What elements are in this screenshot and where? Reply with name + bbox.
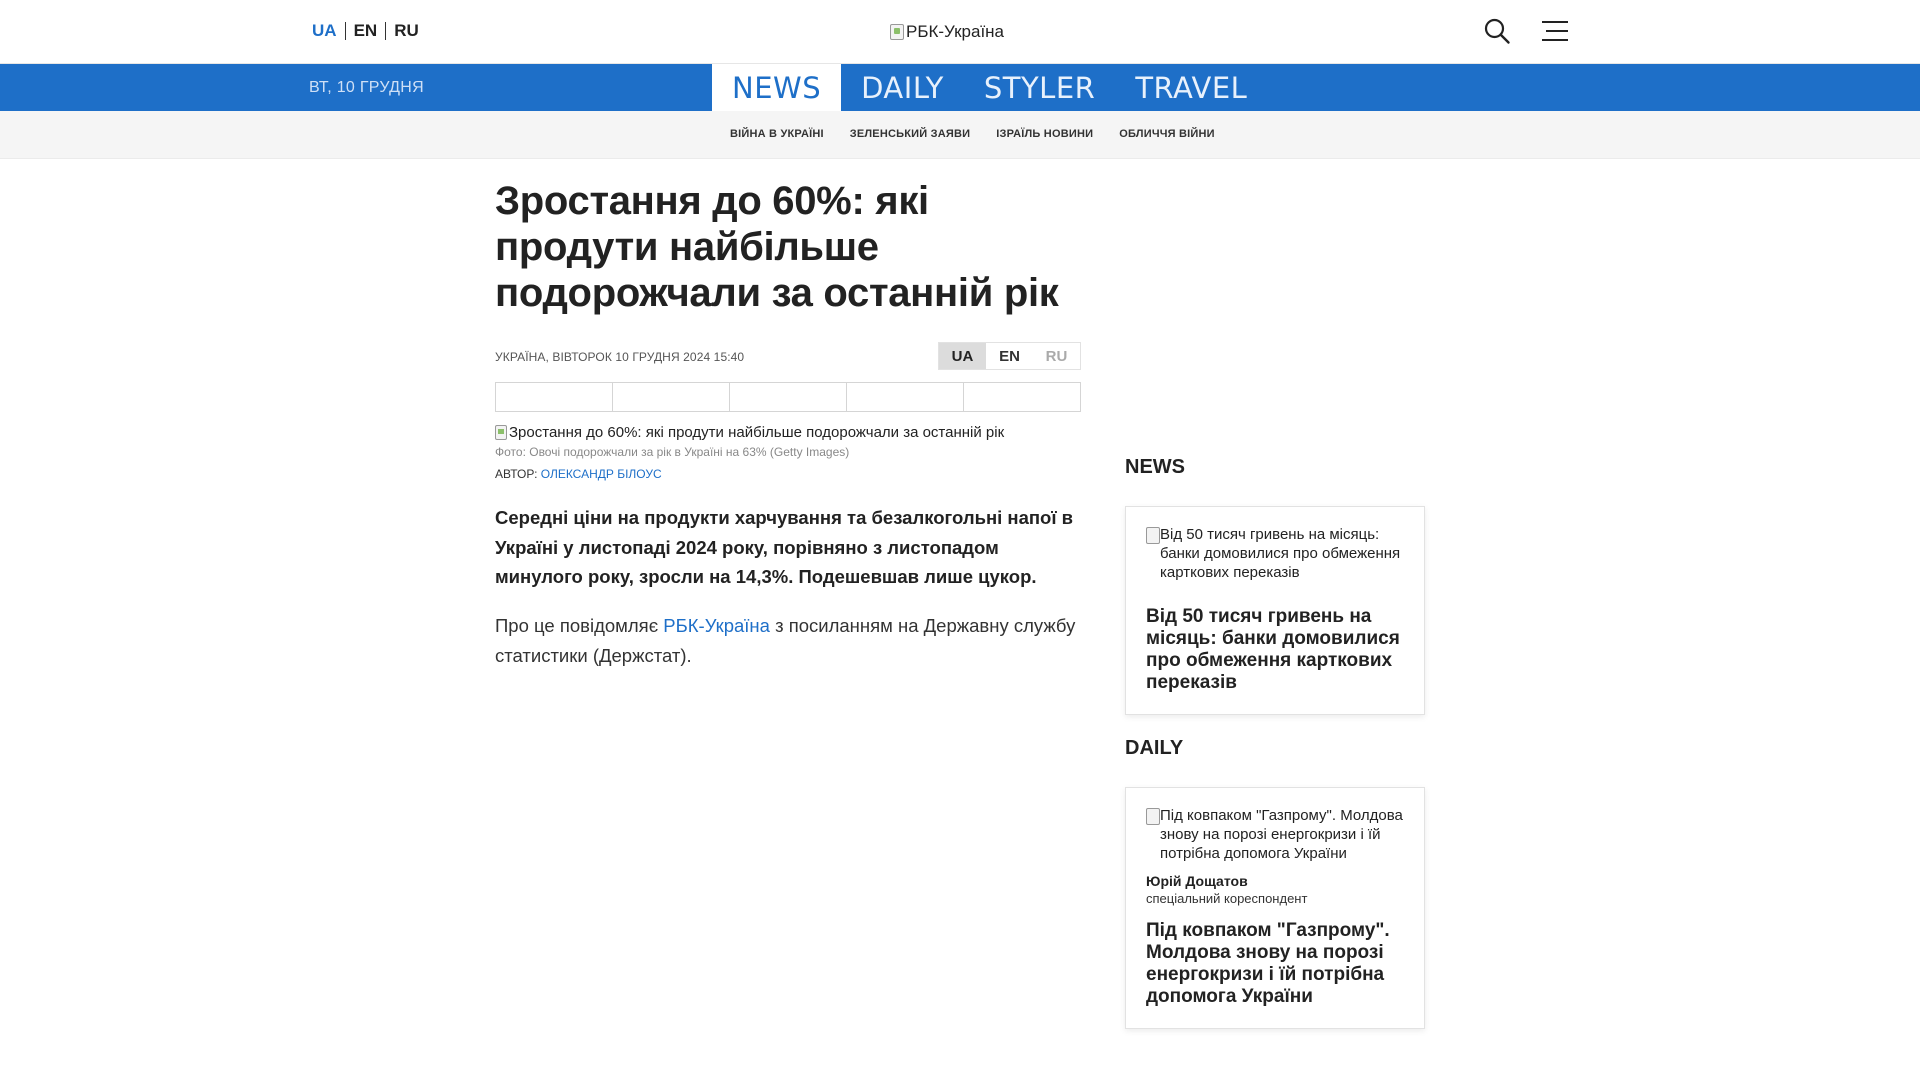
author-link[interactable]: ОЛЕКСАНДР БІЛОУС — [541, 467, 662, 481]
article-lang-en[interactable]: EN — [986, 343, 1033, 369]
article-headline: Зростання до 60%: які продути найбільше … — [495, 179, 1059, 315]
daily-card-author-role: спеціальний кореспондент — [1146, 891, 1308, 906]
logo-alt-text: РБК-Україна — [906, 22, 1005, 41]
source-link[interactable]: РБК-Україна — [663, 615, 770, 636]
topic-nav: ВІЙНА В УКРАЇНІ ЗЕЛЕНСЬКИЙ ЗАЯВИ ІЗРАЇЛЬ… — [0, 111, 1920, 159]
lang-en-link[interactable]: EN — [346, 21, 386, 41]
topic-link-israel[interactable]: ІЗРАЇЛЬ НОВИНИ — [996, 128, 1093, 140]
broken-image-icon — [890, 24, 904, 40]
section-tabs: NEWS DAILY STYLER TRAVEL — [712, 64, 1267, 111]
paragraph-text: Про це повідомляє — [495, 614, 664, 636]
article-paragraph: Про це повідомляє РБК-Україна з посиланн… — [495, 611, 1081, 671]
daily-card-author: Юрій Дощатов — [1146, 873, 1248, 889]
site-logo[interactable]: РБК-Україна — [890, 22, 1004, 42]
share-button[interactable] — [730, 383, 847, 411]
article: Зростання до 60%: які продути найбільше … — [495, 178, 1081, 671]
tab-styler[interactable]: STYLER — [964, 64, 1115, 111]
article-language-switcher: UA EN RU — [938, 342, 1081, 370]
topic-link-faces-of-war[interactable]: ОБЛИЧЧЯ ВІЙНИ — [1119, 128, 1215, 140]
sidebar-news-card[interactable]: Від 50 тисяч гривень на місяць: банки до… — [1125, 506, 1425, 715]
article-lang-ua[interactable]: UA — [939, 343, 986, 369]
author-label: АВТОР: — [495, 467, 538, 481]
share-button[interactable] — [847, 383, 964, 411]
sidebar-daily-title[interactable]: DAILY — [1125, 737, 1183, 760]
share-bar — [495, 382, 1081, 412]
lang-ru-link[interactable]: RU — [386, 21, 427, 41]
article-photo-alt: Зростання до 60%: які продути найбільше … — [509, 423, 1005, 441]
topic-link-zelensky[interactable]: ЗЕЛЕНСЬКИЙ ЗАЯВИ — [850, 128, 970, 140]
news-card-image: Від 50 тисяч гривень на місяць: банки до… — [1146, 525, 1404, 582]
share-button[interactable] — [964, 383, 1080, 411]
article-meta-row: УКРАЇНА, ВІВТОРОК 10 ГРУДНЯ 2024 15:40 U… — [495, 342, 1081, 372]
tab-news[interactable]: NEWS — [712, 64, 842, 111]
share-button[interactable] — [496, 383, 613, 411]
article-meta: УКРАЇНА, ВІВТОРОК 10 ГРУДНЯ 2024 15:40 — [495, 350, 745, 364]
share-button[interactable] — [613, 383, 730, 411]
topic-link-war[interactable]: ВІЙНА В УКРАЇНІ — [730, 128, 824, 140]
tab-travel[interactable]: TRAVEL — [1115, 64, 1267, 111]
sidebar-daily-card[interactable]: Під ковпаком "Газпрому". Молдова знову н… — [1125, 787, 1425, 1029]
search-icon[interactable] — [1483, 17, 1511, 45]
language-switcher: UA EN RU — [312, 21, 427, 41]
hamburger-menu-icon[interactable] — [1540, 19, 1570, 43]
photo-caption: Фото: Овочі подорожчали за рік в Україні… — [495, 445, 850, 459]
article-author: АВТОР: ОЛЕКСАНДР БІЛОУС — [495, 467, 1081, 481]
top-bar: UA EN RU РБК-Україна — [0, 0, 1920, 64]
current-date: ВТ, 10 ГРУДНЯ — [309, 79, 425, 96]
article-photo: Зростання до 60%: які продути найбільше … — [495, 422, 1081, 442]
sidebar-news-title[interactable]: NEWS — [1125, 456, 1185, 479]
lang-ua-link[interactable]: UA — [312, 21, 345, 41]
article-lang-ru[interactable]: RU — [1033, 343, 1080, 369]
section-nav: ВТ, 10 ГРУДНЯ NEWS DAILY STYLER TRAVEL — [0, 64, 1920, 111]
news-card-title[interactable]: Від 50 тисяч гривень на місяць: банки до… — [1146, 606, 1404, 694]
article-lead: Середні ціни на продукти харчування та б… — [495, 507, 1074, 587]
broken-image-icon — [495, 424, 507, 440]
daily-card-title[interactable]: Під ковпаком "Газпрому". Молдова знову н… — [1146, 920, 1404, 1008]
daily-card-image: Під ковпаком "Газпрому". Молдова знову н… — [1146, 806, 1404, 863]
tab-daily[interactable]: DAILY — [841, 64, 964, 111]
